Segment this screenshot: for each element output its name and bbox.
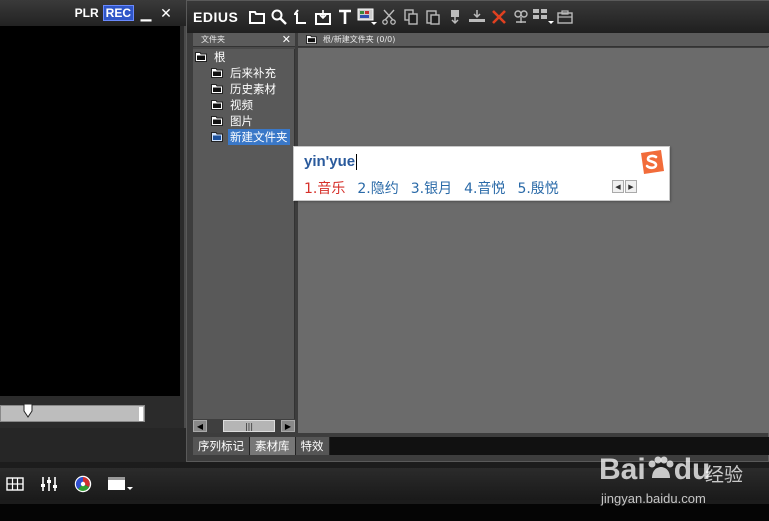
out-point-marker[interactable]	[139, 407, 143, 421]
clip-view-area[interactable]	[298, 48, 769, 433]
folder-icon	[211, 84, 223, 94]
tree-item-label: 新建文件夹	[228, 129, 290, 145]
tree-item-label: 视频	[230, 98, 253, 112]
content-path: 根/新建文件夹 (0/0)	[323, 35, 396, 44]
search-icon[interactable]	[268, 6, 290, 28]
ime-composition: yin'yue	[304, 153, 358, 171]
scroll-left-icon[interactable]: ◀	[193, 420, 207, 432]
scrollbar-thumb[interactable]: |||	[223, 420, 275, 432]
paw-icon	[648, 456, 674, 478]
folder-icon	[211, 68, 223, 78]
folder-tree-scrollbar[interactable]: ◀ ||| ▶	[193, 419, 295, 433]
sogou-s-icon	[641, 150, 664, 174]
minimize-button[interactable]: ▁	[138, 5, 154, 22]
jingyan-label: 经验	[705, 464, 744, 486]
paste-icon[interactable]	[422, 6, 444, 28]
ime-composition-text: yin'yue	[304, 153, 356, 170]
ime-pager: ◀ ▶	[612, 180, 637, 193]
tab-bin[interactable]: 素材库	[250, 437, 296, 455]
baidu-logo: Bai du	[599, 453, 711, 486]
tree-item-folder[interactable]: 视频	[193, 97, 294, 113]
scroll-right-icon[interactable]: ▶	[281, 420, 295, 432]
add-to-player-icon[interactable]	[444, 6, 466, 28]
tree-item-folder[interactable]: 图片	[193, 113, 294, 129]
delete-icon[interactable]	[488, 6, 510, 28]
bin-icon[interactable]	[554, 6, 576, 28]
close-button[interactable]: ✕	[158, 5, 174, 22]
plr-toggle-button[interactable]: PLR	[75, 6, 99, 20]
bin-toolbar: EDIUS	[187, 1, 769, 33]
layout-dropdown-icon[interactable]	[106, 473, 136, 495]
tree-item-label: 图片	[230, 114, 253, 128]
tab-effects[interactable]: 特效	[295, 437, 330, 455]
ime-candidate-list: 1.音乐 2.隐约 3.银月 4.音悦 5.殷悦	[304, 178, 559, 198]
player-controls-area	[0, 428, 186, 462]
ime-prev-page-icon[interactable]: ◀	[612, 180, 624, 193]
tree-item-folder[interactable]: 后来补充	[193, 65, 294, 81]
folder-icon[interactable]	[246, 6, 268, 28]
folder-tree-header: 文件夹 ✕	[193, 33, 295, 47]
monitor-icon[interactable]	[356, 6, 378, 28]
copy-icon[interactable]	[400, 6, 422, 28]
content-header: 根/新建文件夹 (0/0)	[298, 33, 769, 47]
title-icon[interactable]	[334, 6, 356, 28]
folder-tree-title: 文件夹	[201, 35, 225, 44]
ime-candidate[interactable]: 3.银月	[411, 178, 452, 198]
tree-item-root[interactable]: 根	[193, 49, 294, 65]
folder-icon	[211, 100, 223, 110]
player-timeline-slider[interactable]	[0, 404, 145, 422]
ime-candidate[interactable]: 1.音乐	[304, 178, 345, 198]
tab-sequence-markers[interactable]: 序列标记	[193, 437, 250, 455]
properties-icon[interactable]	[510, 6, 532, 28]
tree-item-folder[interactable]: 历史素材	[193, 81, 294, 97]
folder-tree: 根 后来补充 历史素材 视频 图片 新建文件夹	[193, 49, 295, 419]
mixer-icon[interactable]	[38, 473, 60, 495]
player-panel: PLR REC ▁ ✕	[0, 0, 186, 462]
folder-icon	[195, 52, 207, 62]
folder-icon	[306, 35, 317, 44]
tree-item-label: 根	[214, 50, 226, 64]
text-caret	[356, 154, 358, 171]
baidu-jingyan-watermark: Bai du 经验 jingyan.baidu.com	[599, 453, 759, 511]
folder-tree-close-button[interactable]: ✕	[282, 33, 291, 46]
app-label: EDIUS	[193, 9, 239, 25]
ime-candidate-window: yin'yue 1.音乐 2.隐约 3.银月 4.音悦 5.殷悦 ◀ ▶	[293, 146, 670, 201]
cut-icon[interactable]	[378, 6, 400, 28]
player-titlebar: PLR REC ▁ ✕	[0, 0, 186, 26]
playhead-icon[interactable]	[23, 404, 33, 418]
grid-icon[interactable]	[4, 473, 26, 495]
folder-icon	[211, 132, 223, 142]
tree-item-label: 历史素材	[230, 82, 276, 96]
rec-toggle-button[interactable]: REC	[102, 5, 134, 21]
ime-candidate[interactable]: 2.隐约	[357, 178, 398, 198]
watermark-url: jingyan.baidu.com	[601, 491, 706, 506]
up-folder-icon[interactable]	[290, 6, 312, 28]
view-icon[interactable]	[532, 6, 555, 28]
player-preview-screen	[0, 26, 180, 396]
folder-tree-panel: 文件夹 ✕ 根 后来补充 历史素材 视频 图片 新建文件夹 ◀ ||| ▶	[193, 33, 295, 433]
import-icon[interactable]	[312, 6, 334, 28]
ime-next-page-icon[interactable]: ▶	[625, 180, 637, 193]
ime-candidate[interactable]: 4.音悦	[464, 178, 505, 198]
ime-candidate[interactable]: 5.殷悦	[517, 178, 558, 198]
add-to-timeline-icon[interactable]	[466, 6, 488, 28]
bin-window: EDIUS 文件夹 ✕ 根 后来补充 历史素材 视频 图片 新建文件夹 ◀ ||…	[186, 0, 769, 462]
tree-item-folder-selected[interactable]: 新建文件夹	[193, 129, 294, 145]
color-wheel-icon[interactable]	[72, 473, 94, 495]
folder-icon	[211, 116, 223, 126]
tree-item-label: 后来补充	[230, 66, 276, 80]
